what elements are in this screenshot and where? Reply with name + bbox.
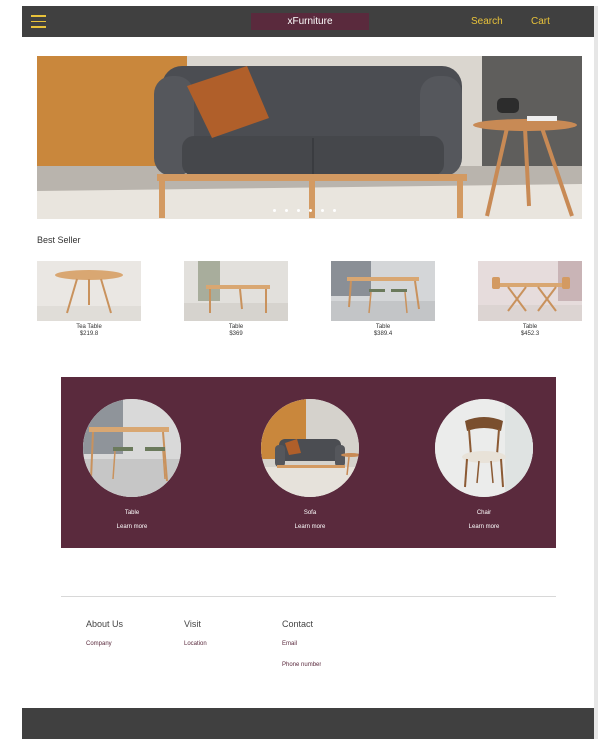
carousel-dot[interactable]	[273, 209, 276, 212]
learn-more-link[interactable]: Learn more	[83, 524, 181, 530]
footer-link-email[interactable]: Email	[282, 641, 321, 647]
carousel-dot[interactable]	[285, 209, 288, 212]
product-name: Table	[228, 324, 244, 330]
cart-link[interactable]: Cart	[531, 16, 550, 27]
product-price: $369	[229, 331, 243, 337]
footer-heading: Visit	[184, 619, 201, 629]
category-name: Sofa	[303, 510, 317, 516]
product-image[interactable]	[331, 261, 435, 321]
footer-heading: Contact	[282, 619, 314, 629]
carousel-dots[interactable]	[273, 209, 336, 212]
product-card[interactable]: Table $369	[184, 261, 288, 338]
product-name: Tea Table	[76, 324, 102, 330]
hamburger-menu-icon[interactable]	[31, 15, 46, 28]
product-price: $452.3	[520, 331, 540, 337]
hero-banner[interactable]	[37, 56, 582, 219]
search-link[interactable]: Search	[471, 16, 503, 27]
footer-contact-column: Contact Email Phone number	[282, 619, 321, 666]
product-price: $219.8	[79, 331, 99, 337]
category-image[interactable]	[261, 399, 359, 497]
footer-about-column: About Us Company	[86, 619, 123, 647]
category-banner: Table Learn more Sofa Learn more Chair L…	[61, 377, 556, 548]
category-card[interactable]: Table Learn more	[83, 399, 181, 530]
hero-sofa-image	[37, 56, 582, 219]
footer-divider	[61, 596, 556, 597]
category-image[interactable]	[83, 399, 181, 497]
carousel-dot[interactable]	[333, 209, 336, 212]
product-card[interactable]: Table $452.3	[478, 261, 582, 338]
best-seller-list: Tea Table $219.8 Table $369 Table $389.4…	[37, 261, 582, 341]
category-name: Table	[124, 510, 140, 516]
category-image[interactable]	[435, 399, 533, 497]
product-image[interactable]	[184, 261, 288, 321]
product-name: Table	[375, 324, 391, 330]
carousel-dot[interactable]	[297, 209, 300, 212]
footer-link-phone[interactable]: Phone number	[282, 661, 321, 666]
footer-link-location[interactable]: Location	[184, 641, 207, 647]
page: xFurniture Search Cart Best Seller Tea T…	[22, 6, 598, 739]
carousel-dot[interactable]	[309, 209, 312, 212]
learn-more-link[interactable]: Learn more	[261, 524, 359, 530]
footer-visit-column: Visit Location	[184, 619, 207, 647]
product-image[interactable]	[478, 261, 582, 321]
category-card[interactable]: Sofa Learn more	[261, 399, 359, 530]
product-name: Table	[522, 324, 538, 330]
footer-heading: About Us	[86, 619, 124, 629]
carousel-dot[interactable]	[321, 209, 324, 212]
product-image[interactable]	[37, 261, 141, 321]
learn-more-link[interactable]: Learn more	[435, 524, 533, 530]
product-card[interactable]: Tea Table $219.8	[37, 261, 141, 338]
brand-logo[interactable]: xFurniture	[251, 13, 369, 30]
product-price: $389.4	[373, 331, 393, 337]
category-name: Chair	[476, 510, 492, 516]
best-seller-heading: Best Seller	[37, 235, 81, 245]
category-card[interactable]: Chair Learn more	[435, 399, 533, 530]
top-nav-bar: xFurniture Search Cart	[22, 6, 594, 37]
bottom-bar	[22, 708, 594, 739]
product-card[interactable]: Table $389.4	[331, 261, 435, 338]
footer-link-company[interactable]: Company	[86, 641, 123, 647]
